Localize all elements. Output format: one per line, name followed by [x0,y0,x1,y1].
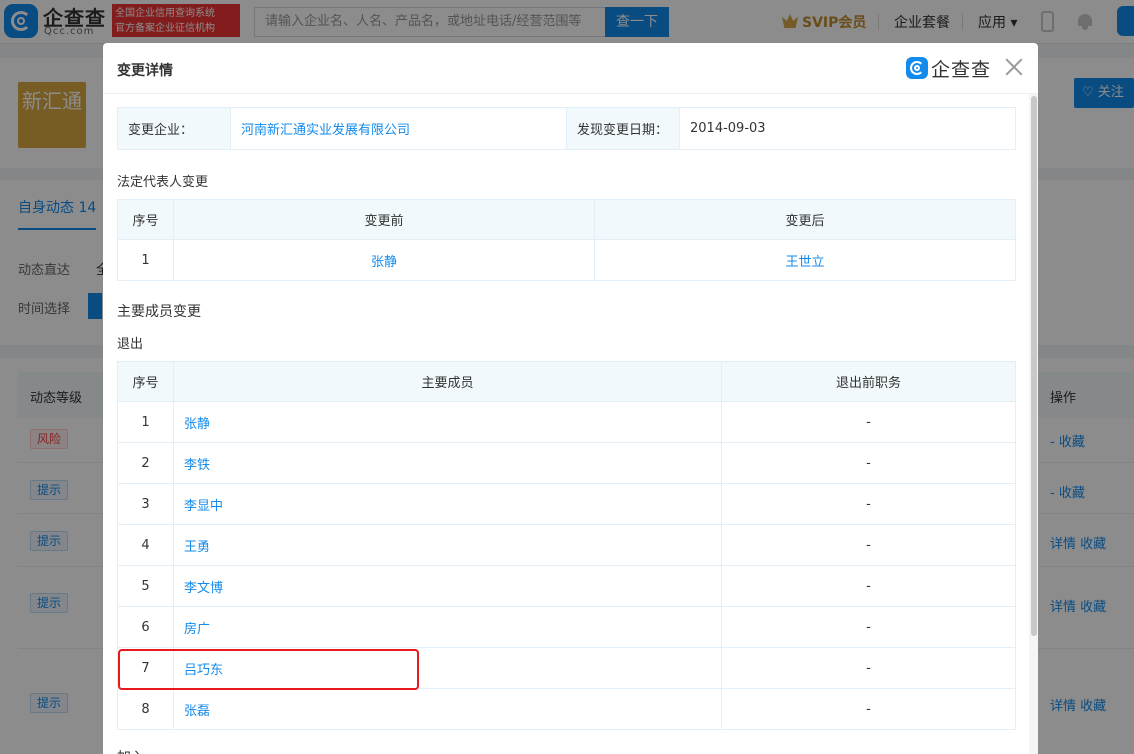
company-name-link[interactable]: 河南新汇通实业发展有限公司 [230,107,567,150]
row-index: 8 [117,688,174,730]
col-index-header: 序号 [117,361,174,402]
col-position-header: 退出前职务 [721,361,1016,402]
legal-rep-section-title: 法定代表人变更 [117,175,209,190]
row-index: 1 [117,239,174,281]
member-name-link[interactable]: 李显中 [173,483,722,525]
member-position: - [721,565,1016,607]
member-name-link[interactable]: 张静 [173,401,722,443]
row-index: 2 [117,442,174,484]
modal-logo-text: 企查查 [931,59,992,81]
company-label: 变更企业： [117,107,231,150]
row-index: 4 [117,524,174,566]
legal-rep-table: 序号 变更前 变更后 1 张静 王世立 [117,199,1016,281]
col-member-header: 主要成员 [173,361,722,402]
member-position: - [721,524,1016,566]
member-name-link[interactable]: 房广 [173,606,722,648]
member-position: - [721,483,1016,525]
members-section-title: 主要成员变更 [117,304,201,320]
member-name-link[interactable]: 张磊 [173,688,722,730]
qcc-logo-icon [906,57,928,79]
member-position: - [721,688,1016,730]
table-row: 5 李文博 - [117,565,1016,607]
member-position: - [721,606,1016,648]
member-position: - [721,442,1016,484]
person-after-link[interactable]: 王世立 [594,239,1016,281]
member-position: - [721,647,1016,689]
modal-scrollbar-thumb[interactable] [1031,96,1037,636]
modal-title: 变更详情 [117,63,173,79]
member-name-link[interactable]: 李铁 [173,442,722,484]
change-detail-modal: 变更详情 企查查 变更企业： 河南新汇通实业发展有限公司 发现变更日期： 201… [103,43,1038,754]
close-icon[interactable] [1004,57,1024,77]
table-row: 3 李显中 - [117,483,1016,525]
member-name-link[interactable]: 王勇 [173,524,722,566]
modal-header: 变更详情 企查查 [103,43,1038,94]
change-info-table: 变更企业： 河南新汇通实业发展有限公司 发现变更日期： 2014-09-03 [117,107,1016,150]
person-before-link[interactable]: 张静 [173,239,595,281]
table-row: 6 房广 - [117,606,1016,648]
row-index: 3 [117,483,174,525]
row-index: 6 [117,606,174,648]
row-index: 5 [117,565,174,607]
member-position: - [721,401,1016,443]
col-before-header: 变更前 [173,199,595,240]
change-date-label: 发现变更日期： [566,107,680,150]
next-section-title: 加入 [117,747,145,754]
change-date-value: 2014-09-03 [679,107,1016,150]
row-index: 1 [117,401,174,443]
member-name-link[interactable]: 李文博 [173,565,722,607]
exit-label: 退出 [117,337,144,352]
table-row: 1 张静 - [117,401,1016,443]
table-row: 8 张磊 - [117,688,1016,730]
col-after-header: 变更后 [594,199,1016,240]
col-index-header: 序号 [117,199,174,240]
highlight-annotation-box [118,649,419,690]
table-row: 2 李铁 - [117,442,1016,484]
table-row: 1 张静 王世立 [117,239,1016,281]
table-row: 4 王勇 - [117,524,1016,566]
